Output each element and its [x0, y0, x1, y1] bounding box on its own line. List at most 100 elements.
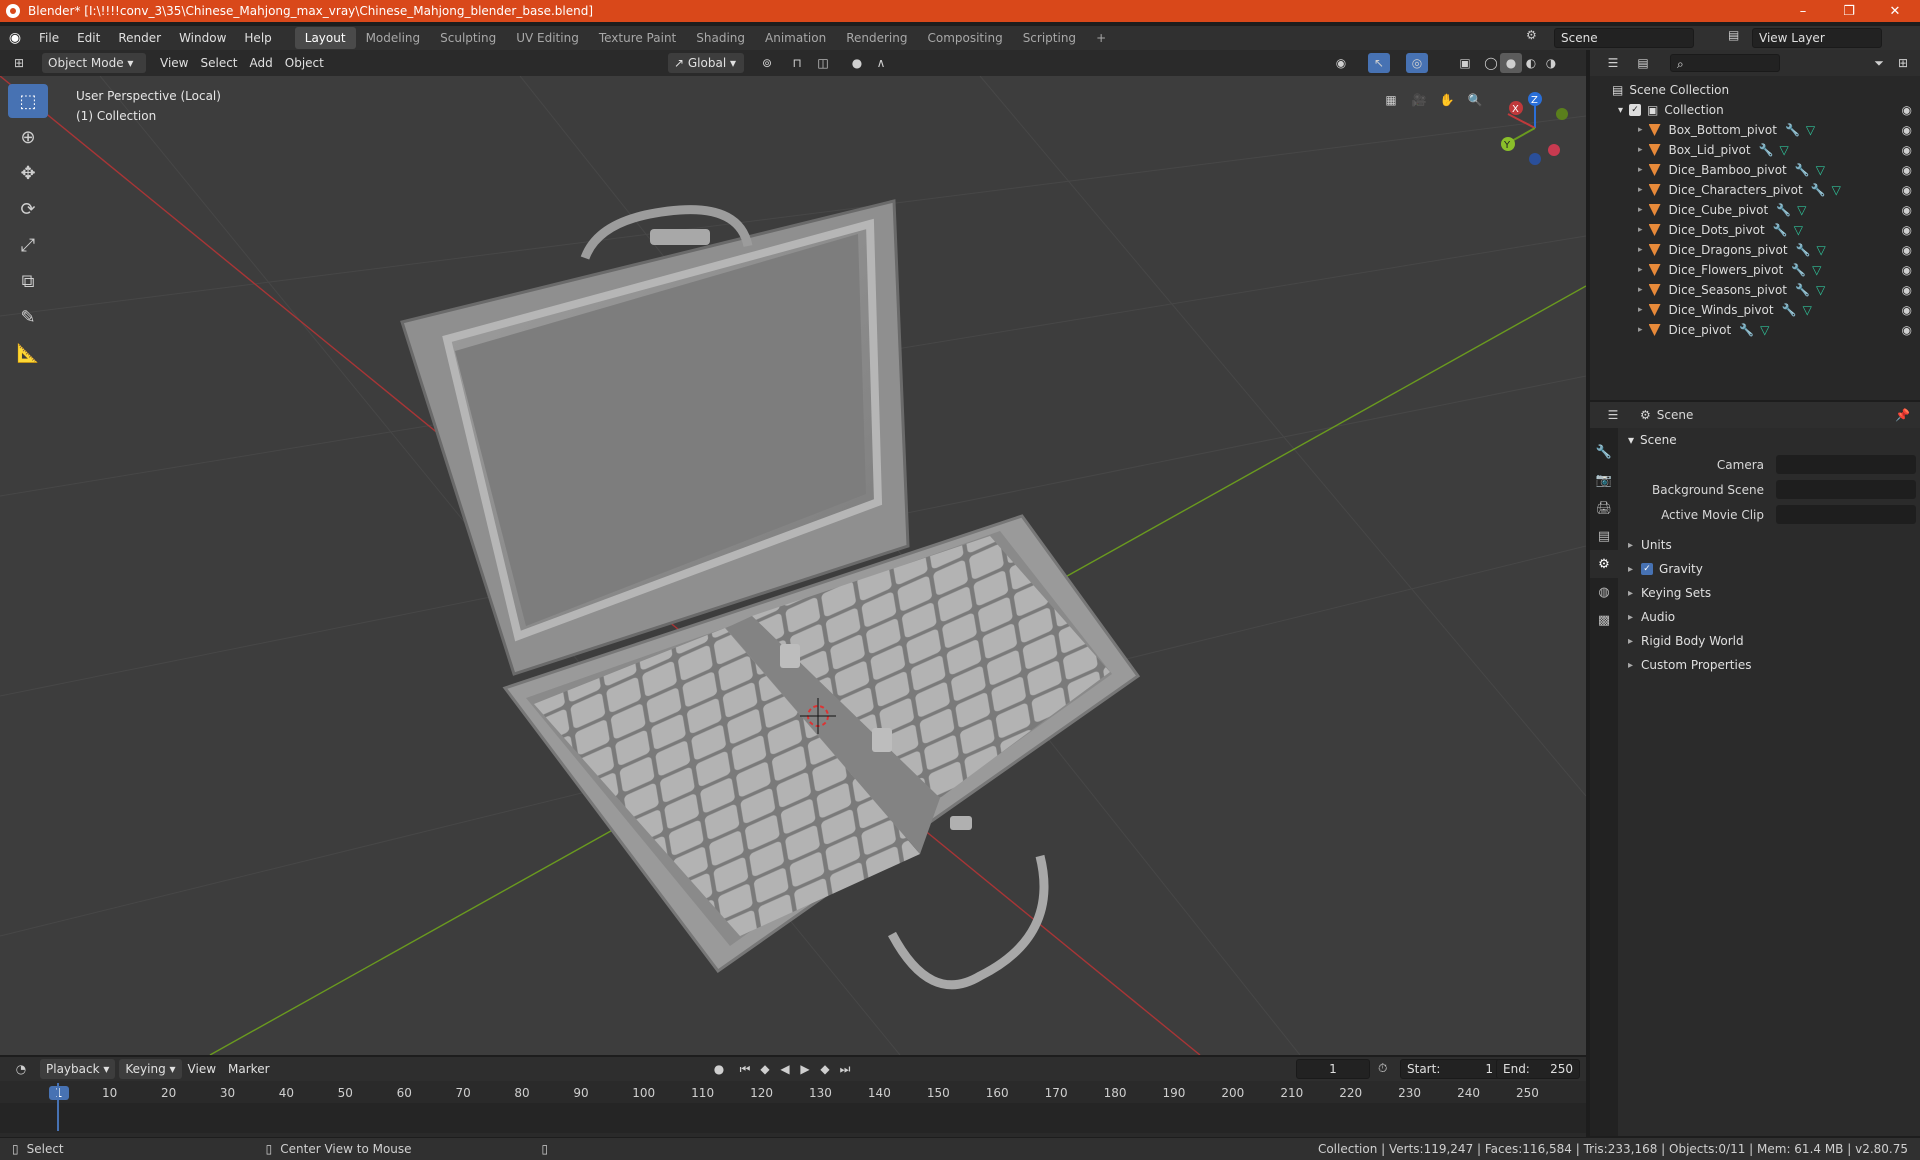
- play-icon[interactable]: ▶: [794, 1059, 816, 1079]
- expand-arrow-icon[interactable]: ▸: [1638, 145, 1643, 155]
- properties-editor-icon[interactable]: ☰: [1602, 405, 1624, 425]
- menu-select[interactable]: Select: [194, 53, 243, 73]
- play-reverse-icon[interactable]: ◀: [774, 1059, 796, 1079]
- expand-arrow-icon[interactable]: ▸: [1638, 245, 1643, 255]
- mesh-data-icon[interactable]: ▽: [1832, 183, 1841, 197]
- visibility-eye-icon[interactable]: ◉: [1902, 323, 1912, 337]
- scene-collection-row[interactable]: ▤ Scene Collection: [1590, 80, 1920, 100]
- modifier-wrench-icon[interactable]: 🔧: [1739, 323, 1754, 337]
- menu-view[interactable]: View: [154, 53, 194, 73]
- tab-uv-editing[interactable]: UV Editing: [506, 27, 589, 49]
- cursor-tool-icon[interactable]: ⊕: [8, 120, 48, 154]
- keying-menu[interactable]: Keying ▾: [119, 1059, 182, 1079]
- tab-sculpting[interactable]: Sculpting: [430, 27, 506, 49]
- visibility-eye-icon[interactable]: ◉: [1902, 183, 1912, 197]
- menu-window[interactable]: Window: [170, 26, 235, 50]
- mesh-data-icon[interactable]: ▽: [1816, 283, 1825, 297]
- subsection-rigid-body-world[interactable]: ▸ Rigid Body World: [1620, 629, 1920, 653]
- modifier-wrench-icon[interactable]: 🔧: [1795, 163, 1810, 177]
- menu-object[interactable]: Object: [279, 53, 330, 73]
- tab-texture-paint[interactable]: Texture Paint: [589, 27, 686, 49]
- modifier-wrench-icon[interactable]: 🔧: [1811, 183, 1826, 197]
- prev-keyframe-icon[interactable]: ◆: [754, 1059, 776, 1079]
- collection-checkbox[interactable]: ✓: [1629, 104, 1642, 116]
- visibility-eye-icon[interactable]: ◉: [1902, 163, 1912, 177]
- mesh-data-icon[interactable]: ▽: [1760, 323, 1769, 337]
- outliner-search-input[interactable]: ⌕: [1670, 54, 1780, 72]
- expand-arrow-icon[interactable]: ▸: [1638, 265, 1643, 275]
- current-frame-field[interactable]: 1: [1296, 1059, 1370, 1079]
- expand-arrow-icon[interactable]: ▸: [1628, 540, 1633, 551]
- outliner-item[interactable]: ▸ Dice_pivot 🔧 ▽ ◉: [1590, 320, 1920, 340]
- timeline-editor-icon[interactable]: ◔: [10, 1059, 32, 1079]
- tab-scripting[interactable]: Scripting: [1013, 27, 1086, 49]
- timeline-ruler[interactable]: 1102030405060708090100110120130140150160…: [0, 1083, 1586, 1103]
- expand-arrow-icon[interactable]: ▸: [1628, 636, 1633, 647]
- annotate-tool-icon[interactable]: ✎: [8, 300, 48, 334]
- visibility-eye-icon[interactable]: ◉: [1902, 103, 1912, 117]
- render-tab-icon[interactable]: 📷: [1590, 466, 1618, 494]
- modifier-wrench-icon[interactable]: 🔧: [1782, 303, 1797, 317]
- outliner-item[interactable]: ▸ Dice_Characters_pivot 🔧 ▽ ◉: [1590, 180, 1920, 200]
- editor-type-icon[interactable]: ⊞: [8, 53, 30, 73]
- outliner-editor-icon[interactable]: ☰: [1602, 53, 1624, 73]
- outliner-item[interactable]: ▸ Dice_Flowers_pivot 🔧 ▽ ◉: [1590, 260, 1920, 280]
- pan-hand-icon[interactable]: ✋: [1436, 90, 1458, 110]
- move-tool-icon[interactable]: ✥: [8, 156, 48, 190]
- expand-arrow-icon[interactable]: ▸: [1628, 612, 1633, 623]
- tab-compositing[interactable]: Compositing: [917, 27, 1012, 49]
- close-button[interactable]: ✕: [1872, 0, 1918, 22]
- display-mode-icon[interactable]: ▤: [1632, 53, 1654, 73]
- mesh-data-icon[interactable]: ▽: [1797, 203, 1806, 217]
- outliner-item[interactable]: ▸ Box_Lid_pivot 🔧 ▽ ◉: [1590, 140, 1920, 160]
- mesh-data-icon[interactable]: ▽: [1812, 263, 1821, 277]
- tab-modeling[interactable]: Modeling: [356, 27, 431, 49]
- xray-icon[interactable]: ▣: [1454, 53, 1476, 73]
- solid-shading-icon[interactable]: ●: [1500, 53, 1522, 73]
- view-layer-tab-icon[interactable]: ▤: [1590, 522, 1618, 550]
- menu-edit[interactable]: Edit: [68, 26, 109, 50]
- visibility-eye-icon[interactable]: ◉: [1902, 263, 1912, 277]
- rendered-shading-icon[interactable]: ◑: [1540, 53, 1562, 73]
- record-icon[interactable]: ●: [708, 1059, 730, 1079]
- outliner-item[interactable]: ▸ Dice_Winds_pivot 🔧 ▽ ◉: [1590, 300, 1920, 320]
- modifier-wrench-icon[interactable]: 🔧: [1785, 123, 1800, 137]
- camera-view-icon[interactable]: 🎥: [1408, 90, 1430, 110]
- visibility-eye-icon[interactable]: ◉: [1902, 283, 1912, 297]
- jump-end-icon[interactable]: ⏭: [834, 1059, 856, 1079]
- add-workspace-button[interactable]: +: [1086, 27, 1116, 49]
- modifier-wrench-icon[interactable]: 🔧: [1759, 143, 1774, 157]
- property-field[interactable]: [1776, 455, 1916, 474]
- next-keyframe-icon[interactable]: ◆: [814, 1059, 836, 1079]
- subsection-custom-properties[interactable]: ▸ Custom Properties: [1620, 653, 1920, 677]
- scene-tab-icon[interactable]: ⚙: [1590, 550, 1618, 578]
- subsection-keying-sets[interactable]: ▸ Keying Sets: [1620, 581, 1920, 605]
- collapse-arrow-icon[interactable]: ▾: [1618, 105, 1623, 116]
- expand-arrow-icon[interactable]: ▸: [1638, 325, 1643, 335]
- subsection-units[interactable]: ▸ Units: [1620, 533, 1920, 557]
- measure-tool-icon[interactable]: 📐: [8, 336, 48, 370]
- menu-render[interactable]: Render: [109, 26, 170, 50]
- modifier-wrench-icon[interactable]: 🔧: [1796, 243, 1811, 257]
- subsection-audio[interactable]: ▸ Audio: [1620, 605, 1920, 629]
- tab-shading[interactable]: Shading: [686, 27, 755, 49]
- tool-tab-icon[interactable]: 🔧: [1590, 438, 1618, 466]
- tab-layout[interactable]: Layout: [294, 27, 356, 49]
- expand-arrow-icon[interactable]: ▸: [1638, 205, 1643, 215]
- outliner-item[interactable]: ▸ Dice_Dots_pivot 🔧 ▽ ◉: [1590, 220, 1920, 240]
- 3d-viewport[interactable]: ⬚ ⊕ ✥ ⟳ ⤢ ⧉ ✎ 📐 User Perspective (Local)…: [0, 76, 1586, 1055]
- collection-row[interactable]: ▾ ✓ ▣ Collection ◉: [1590, 100, 1920, 120]
- modifier-wrench-icon[interactable]: 🔧: [1776, 203, 1791, 217]
- tab-animation[interactable]: Animation: [755, 27, 836, 49]
- material-shading-icon[interactable]: ◐: [1520, 53, 1542, 73]
- timeline-view-menu[interactable]: View: [182, 1059, 222, 1079]
- overlay-toggle-icon[interactable]: ◎: [1406, 53, 1428, 73]
- outliner-item[interactable]: ▸ Dice_Cube_pivot 🔧 ▽ ◉: [1590, 200, 1920, 220]
- snap-icon[interactable]: ⊓: [786, 53, 808, 73]
- expand-arrow-icon[interactable]: ▸: [1628, 564, 1633, 575]
- maximize-button[interactable]: ❐: [1826, 0, 1872, 22]
- outliner-item[interactable]: ▸ Dice_Dragons_pivot 🔧 ▽ ◉: [1590, 240, 1920, 260]
- scene-selector[interactable]: Scene: [1554, 28, 1694, 48]
- gizmo-toggle-icon[interactable]: ↖: [1368, 53, 1390, 73]
- visibility-eye-icon[interactable]: ◉: [1902, 143, 1912, 157]
